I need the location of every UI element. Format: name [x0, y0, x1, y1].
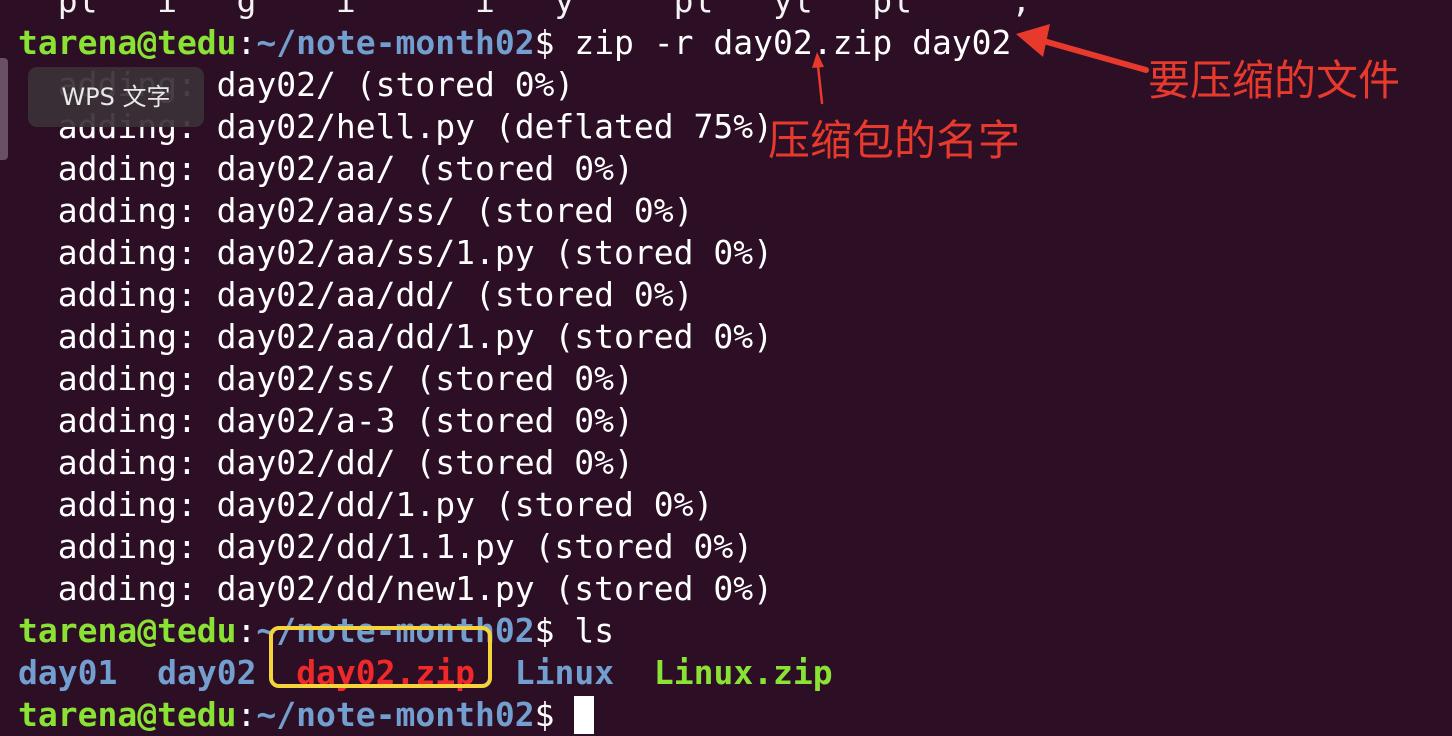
ls-entry-linux[interactable]: Linux: [515, 653, 614, 692]
prompt-user: tarena@tedu: [18, 611, 237, 650]
output-text: adding: day02/aa/dd/ (stored 0%): [18, 275, 694, 314]
command-text: ls: [554, 611, 615, 650]
terminal-output-line: adding: day02/aa/dd/ (stored 0%): [18, 274, 1452, 316]
terminal-output-line: adding: day02/aa/ss/ (stored 0%): [18, 190, 1452, 232]
prompt-separator: :: [236, 611, 257, 650]
window-edge-handle: [0, 58, 8, 160]
output-text: adding: day02/dd/ (stored 0%): [18, 443, 634, 482]
terminal-output-line: adding: day02/ss/ (stored 0%): [18, 358, 1452, 400]
terminal-output-line: adding: day02/aa/dd/1.py (stored 0%): [18, 316, 1452, 358]
prompt-separator: :: [236, 695, 257, 734]
terminal-output-line: adding: day02/a-3 (stored 0%): [18, 400, 1452, 442]
output-text: adding: day02/dd/new1.py (stored 0%): [18, 569, 773, 608]
prompt-user: tarena@tedu: [18, 695, 237, 734]
ls-gap: [614, 653, 654, 692]
terminal-prompt-line: tarena@tedu:~/note-month02$: [18, 694, 1452, 736]
terminal-line-clipped: pl i g i i y pl yl pl ,: [18, 0, 1452, 22]
prompt-path: ~/note-month02: [256, 23, 535, 62]
terminal-output-line: adding: day02/dd/1.py (stored 0%): [18, 484, 1452, 526]
output-text: adding: day02/ss/ (stored 0%): [18, 359, 634, 398]
terminal-output-line: adding: day02/dd/1.1.py (stored 0%): [18, 526, 1452, 568]
terminal-output-line: adding: day02/hell.py (deflated 75%): [18, 106, 1452, 148]
wps-tooltip: WPS 文字: [28, 67, 204, 127]
terminal-output[interactable]: pl i g i i y pl yl pl , tarena@tedu:~/not…: [18, 0, 1452, 736]
terminal-prompt-line: tarena@tedu:~/note-month02$ ls: [18, 610, 1452, 652]
output-text: adding: day02/a-3 (stored 0%): [18, 401, 634, 440]
annotation-archive-name: 压缩包的名字: [768, 116, 1021, 165]
tooltip-label: WPS 文字: [61, 83, 171, 111]
command-text: zip -r day02.zip day02: [554, 23, 1012, 62]
terminal-output-line: adding: day02/aa/ (stored 0%): [18, 148, 1452, 190]
ls-listing: day01 day02 day02.zip Linux Linux.zip: [18, 652, 1452, 694]
prompt-separator: :: [236, 23, 257, 62]
prompt-symbol: $: [534, 23, 555, 62]
annotation-file-to-compress: 要压缩的文件: [1148, 56, 1401, 105]
prompt-user: tarena@tedu: [18, 23, 237, 62]
terminal-cursor: [574, 696, 595, 734]
ls-entry-day01[interactable]: day01: [18, 653, 117, 692]
highlight-box-day02-zip: [269, 626, 492, 688]
output-text: adding: day02/aa/ss/ (stored 0%): [18, 191, 694, 230]
terminal-output-line: adding: day02/dd/ (stored 0%): [18, 442, 1452, 484]
ls-gap: [117, 653, 157, 692]
output-text: adding: day02/dd/1.py (stored 0%): [18, 485, 714, 524]
terminal-output-line: adding: day02/dd/new1.py (stored 0%): [18, 568, 1452, 610]
prompt-path: ~/note-month02: [256, 695, 535, 734]
output-text: adding: day02/aa/dd/1.py (stored 0%): [18, 317, 773, 356]
output-text: adding: day02/aa/ (stored 0%): [18, 149, 634, 188]
terminal-output-line: adding: day02/aa/ss/1.py (stored 0%): [18, 232, 1452, 274]
ls-entry-day02[interactable]: day02: [157, 653, 256, 692]
prompt-symbol: $: [534, 695, 555, 734]
prompt-symbol: $: [534, 611, 555, 650]
output-text: pl i g i i y pl yl pl ,: [18, 0, 1032, 20]
ls-entry-linux-zip[interactable]: Linux.zip: [654, 653, 833, 692]
output-text: adding: day02/aa/ss/1.py (stored 0%): [18, 233, 773, 272]
output-text: adding: day02/dd/1.1.py (stored 0%): [18, 527, 754, 566]
